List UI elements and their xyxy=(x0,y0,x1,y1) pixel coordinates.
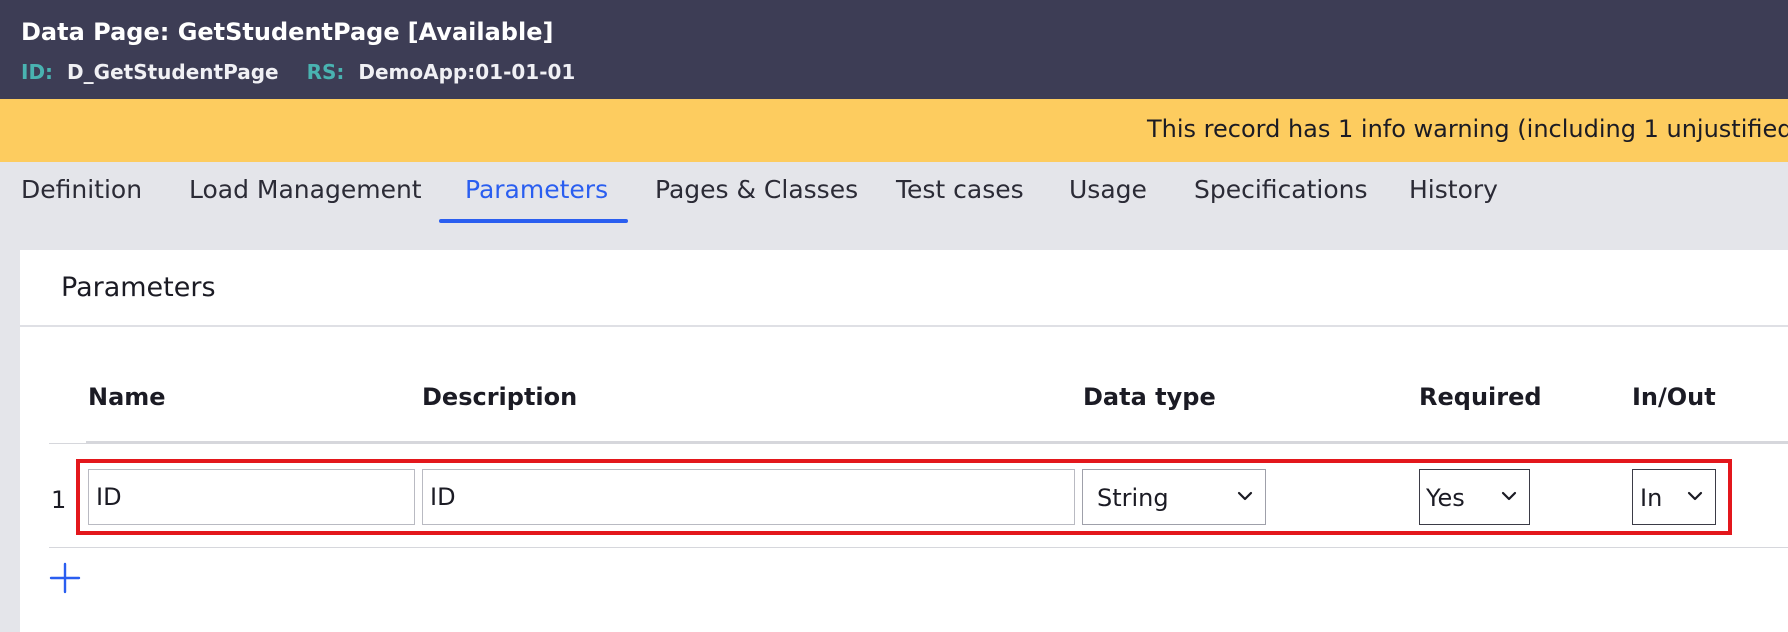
panel-title: Parameters xyxy=(61,272,216,303)
chevron-down-icon xyxy=(1687,491,1703,501)
row-number: 1 xyxy=(51,486,67,514)
name-input[interactable] xyxy=(88,469,415,525)
warning-text[interactable]: This record has 1 info warning (includin… xyxy=(1147,115,1788,143)
record-name: Data Page: GetStudentPage xyxy=(21,18,400,46)
panel-divider xyxy=(20,325,1788,327)
tab-usage[interactable]: Usage xyxy=(1069,175,1147,204)
record-meta: ID: D_GetStudentPage RS: DemoApp:01-01-01 xyxy=(21,60,575,84)
id-label: ID: xyxy=(21,60,54,84)
add-row-button[interactable] xyxy=(49,562,81,594)
chevron-down-icon xyxy=(1501,491,1517,501)
column-header-data-type: Data type xyxy=(1083,383,1216,411)
tab-parameters[interactable]: Parameters xyxy=(465,175,608,204)
tab-definition[interactable]: Definition xyxy=(21,175,142,204)
rs-label: RS: xyxy=(306,60,345,84)
data-type-value: String xyxy=(1097,484,1169,512)
plus-icon xyxy=(49,562,81,594)
warning-banner: This record has 1 info warning (includin… xyxy=(0,99,1788,162)
tab-test-cases[interactable]: Test cases xyxy=(896,175,1024,204)
header-rule-left xyxy=(49,443,86,444)
record-header: Data Page: GetStudentPage [Available] ID:… xyxy=(0,0,1788,99)
chevron-down-icon xyxy=(1237,491,1253,501)
in-out-select[interactable]: In xyxy=(1632,469,1716,525)
id-value: D_GetStudentPage xyxy=(67,60,279,84)
description-input[interactable] xyxy=(422,469,1075,525)
column-header-in-out: In/Out xyxy=(1632,383,1716,411)
record-title: Data Page: GetStudentPage [Available] xyxy=(21,18,553,46)
column-header-name: Name xyxy=(88,383,166,411)
parameters-panel: Parameters Name Description Data type Re… xyxy=(20,250,1788,632)
data-type-select[interactable]: String xyxy=(1082,469,1266,525)
tab-specifications[interactable]: Specifications xyxy=(1194,175,1368,204)
tab-load-management[interactable]: Load Management xyxy=(189,175,422,204)
tab-bar: Definition Load Management Parameters Pa… xyxy=(0,162,1788,250)
tab-pages-classes[interactable]: Pages & Classes xyxy=(655,175,858,204)
tab-history[interactable]: History xyxy=(1409,175,1498,204)
rs-value[interactable]: DemoApp:01-01-01 xyxy=(358,60,575,84)
row-divider xyxy=(49,547,1788,548)
column-header-required: Required xyxy=(1419,383,1542,411)
required-select[interactable]: Yes xyxy=(1419,469,1530,525)
required-value: Yes xyxy=(1426,484,1465,512)
column-header-description: Description xyxy=(422,383,578,411)
record-status: [Available] xyxy=(407,18,554,46)
header-rule xyxy=(86,441,1788,444)
in-out-value: In xyxy=(1640,484,1663,512)
active-tab-indicator xyxy=(439,219,628,223)
